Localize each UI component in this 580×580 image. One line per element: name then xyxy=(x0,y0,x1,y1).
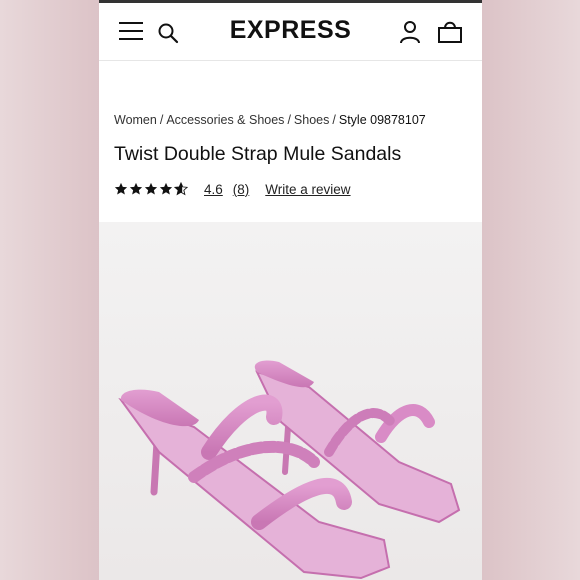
background-blur-left xyxy=(0,0,99,580)
star-icon xyxy=(129,182,143,195)
shopping-bag-icon[interactable] xyxy=(436,20,464,44)
rating-row: 4.6 (8) Write a review xyxy=(114,179,351,199)
review-count[interactable]: (8) xyxy=(233,182,250,197)
breadcrumb-accessories-shoes[interactable]: Accessories & Shoes xyxy=(166,113,284,127)
half-star-icon xyxy=(174,182,188,196)
star-icon xyxy=(159,182,173,195)
phone-screen: EXPRESS Women / Accessories & Shoes / Shoes /… xyxy=(99,0,482,580)
breadcrumb-separator: / xyxy=(332,113,336,127)
site-header: EXPRESS xyxy=(99,3,482,61)
background-blur-right xyxy=(482,0,580,580)
write-review-link[interactable]: Write a review xyxy=(265,182,350,197)
product-style-number: Style 09878107 xyxy=(338,113,426,127)
brand-logo[interactable]: EXPRESS xyxy=(99,16,482,45)
breadcrumb: Women / Accessories & Shoes / Shoes / Style 09… xyxy=(114,113,426,127)
sandals-illustration xyxy=(99,222,482,580)
breadcrumb-separator: / xyxy=(287,113,291,127)
breadcrumb-shoes[interactable]: Shoes xyxy=(294,113,329,127)
rating-value[interactable]: 4.6 xyxy=(204,182,223,197)
product-title: Twist Double Strap Mule Sandals xyxy=(114,143,402,165)
star-icon xyxy=(144,182,158,195)
star-rating xyxy=(114,182,188,196)
product-image[interactable] xyxy=(99,222,482,580)
breadcrumb-women[interactable]: Women xyxy=(114,113,157,127)
breadcrumb-separator: / xyxy=(159,113,164,127)
account-icon[interactable] xyxy=(399,20,421,44)
star-icon xyxy=(114,182,128,195)
